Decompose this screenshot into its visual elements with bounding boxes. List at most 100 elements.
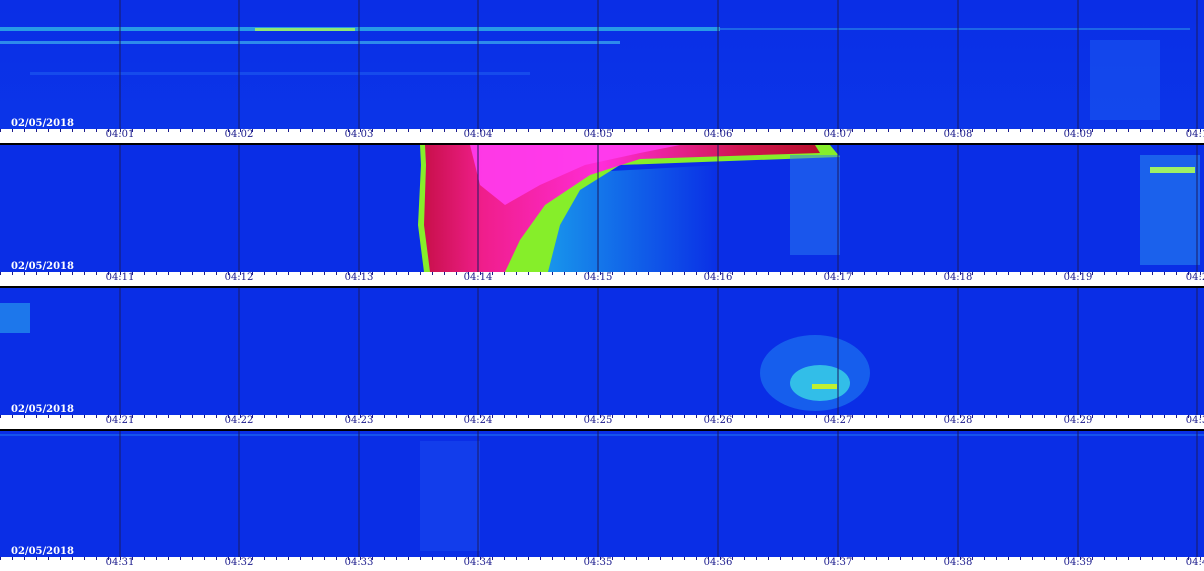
minor-tick	[780, 557, 781, 560]
tick-label: 04:26	[703, 415, 733, 426]
minor-tick	[60, 272, 61, 275]
tick-label: 04:35	[583, 557, 613, 568]
spectrogram-panel-3[interactable]: 02/05/2018	[0, 288, 1204, 415]
minor-tick	[924, 129, 925, 132]
spectrogram-panel-2[interactable]: 02/05/2018	[0, 145, 1204, 272]
minor-tick	[444, 129, 445, 132]
minor-tick	[924, 557, 925, 560]
minor-tick	[432, 557, 433, 560]
minor-tick	[1176, 272, 1177, 275]
minor-tick	[540, 415, 541, 418]
minor-tick	[636, 557, 637, 560]
minor-tick	[648, 129, 649, 132]
minor-tick	[804, 557, 805, 560]
patch-5-core	[812, 384, 837, 389]
minor-tick	[384, 129, 385, 132]
minor-tick	[672, 272, 673, 275]
minor-tick	[996, 129, 997, 132]
minor-tick	[204, 415, 205, 418]
minor-tick	[216, 557, 217, 560]
minor-tick	[816, 272, 817, 275]
minor-tick	[264, 557, 265, 560]
date-label-4: 02/05/2018	[11, 546, 74, 557]
minor-tick	[1056, 129, 1057, 132]
minor-tick	[276, 415, 277, 418]
band-4	[720, 28, 1190, 30]
minor-tick	[48, 272, 49, 275]
tick-label: 04:1	[1185, 129, 1204, 140]
minor-tick	[792, 415, 793, 418]
minor-tick	[540, 129, 541, 132]
tick-label: 04:36	[703, 557, 733, 568]
minor-tick	[1032, 415, 1033, 418]
tick-label: 04:38	[943, 557, 973, 568]
minor-tick	[12, 129, 13, 132]
band-1	[0, 27, 720, 31]
minor-tick	[168, 557, 169, 560]
tick-label: 04:32	[224, 557, 254, 568]
spectrogram-panel-1[interactable]: 02/05/2018	[0, 0, 1204, 129]
minor-tick	[12, 415, 13, 418]
minor-tick	[552, 129, 553, 132]
tick-label: 04:21	[105, 415, 135, 426]
minor-tick	[1104, 129, 1105, 132]
minor-tick	[12, 272, 13, 275]
tick-label: 04:02	[224, 129, 254, 140]
minor-tick	[768, 272, 769, 275]
minor-tick	[912, 415, 913, 418]
minor-tick	[1104, 557, 1105, 560]
tick-label: 04:39	[1063, 557, 1093, 568]
minor-tick	[1140, 272, 1141, 275]
patch-1	[1090, 40, 1160, 120]
minor-tick	[540, 272, 541, 275]
minor-tick	[300, 557, 301, 560]
minor-tick	[744, 129, 745, 132]
minor-tick	[276, 129, 277, 132]
minor-tick	[24, 129, 25, 132]
tick-label: 04:33	[344, 557, 374, 568]
minor-tick	[1152, 272, 1153, 275]
minor-tick	[648, 272, 649, 275]
tick-label: 04:3	[1185, 415, 1204, 426]
minor-tick	[1056, 415, 1057, 418]
minor-tick	[780, 415, 781, 418]
minor-tick	[336, 272, 337, 275]
minor-tick	[924, 272, 925, 275]
minor-tick	[504, 415, 505, 418]
minor-tick	[1116, 557, 1117, 560]
minor-tick	[180, 129, 181, 132]
minor-tick	[1164, 415, 1165, 418]
minor-tick	[504, 272, 505, 275]
minor-tick	[552, 415, 553, 418]
minor-tick	[516, 129, 517, 132]
minor-tick	[144, 129, 145, 132]
minor-tick	[804, 415, 805, 418]
minor-tick	[456, 272, 457, 275]
minor-tick	[144, 272, 145, 275]
minor-tick	[180, 415, 181, 418]
minor-tick	[180, 272, 181, 275]
minor-tick	[96, 557, 97, 560]
minor-tick	[576, 129, 577, 132]
date-label-1: 02/05/2018	[11, 118, 74, 129]
patch-4	[0, 303, 30, 333]
minor-tick	[636, 129, 637, 132]
minor-tick	[792, 129, 793, 132]
minor-tick	[1104, 272, 1105, 275]
minor-tick	[300, 272, 301, 275]
minor-tick	[1140, 129, 1141, 132]
spectrogram-panel-4[interactable]: 02/05/2018	[0, 431, 1204, 557]
minor-tick	[636, 415, 637, 418]
minor-tick	[264, 415, 265, 418]
minor-tick	[396, 415, 397, 418]
minor-tick	[1164, 129, 1165, 132]
minor-tick	[924, 415, 925, 418]
time-axis-2: 04:11 04:12 04:13 04:14 04:15 04:16 04:17 04:18…	[0, 272, 1204, 286]
minor-tick	[780, 129, 781, 132]
minor-tick	[660, 129, 661, 132]
minor-tick	[768, 557, 769, 560]
minor-tick	[912, 129, 913, 132]
tick-label: 04:12	[224, 272, 254, 283]
minor-tick	[684, 557, 685, 560]
minor-tick	[996, 557, 997, 560]
